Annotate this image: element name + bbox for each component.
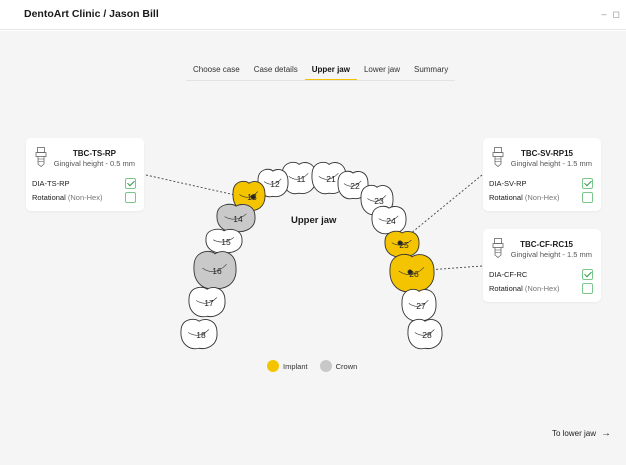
legend-implant: Implant (267, 360, 308, 372)
tooth-number: 12 (270, 179, 280, 189)
tooth-number: 15 (221, 237, 231, 247)
legend-crown: Crown (319, 360, 358, 372)
option-row: Rotational (Non-Hex) (489, 190, 593, 204)
tooth-15[interactable]: 15 (205, 228, 243, 254)
jaw-label: Upper jaw (291, 215, 337, 226)
gingival-height: Gingival height - 1.5 mm (510, 159, 592, 168)
tooth-27[interactable]: 27 (401, 288, 437, 322)
crown-swatch (319, 360, 332, 372)
tooth-26[interactable]: 26 (389, 253, 435, 293)
option-checkbox[interactable] (125, 177, 136, 189)
option-row: DIA-TS-RP (32, 176, 136, 190)
option-label: Rotational (Non-Hex) (32, 192, 103, 202)
option-label: DIA-CF-RC (489, 269, 528, 279)
option-checkbox[interactable] (582, 177, 593, 189)
tooth-14[interactable]: 14 (216, 203, 256, 233)
tooth-number: 11 (297, 174, 306, 184)
tooth-number: 14 (233, 214, 243, 224)
tooth-number: 18 (196, 330, 206, 340)
tooth-number: 27 (416, 301, 426, 311)
option-label: DIA-TS-RP (32, 178, 70, 188)
abutment-icon (35, 147, 47, 167)
tooth-number: 26 (409, 269, 419, 279)
option-row: DIA-SV-RP (489, 176, 593, 190)
implant-swatch (267, 360, 279, 372)
card-tooth-26: TBC-CF-RC15 Gingival height - 1.5 mm DIA… (483, 229, 601, 302)
tooth-18[interactable]: 18 (180, 318, 218, 350)
tooth-17[interactable]: 17 (188, 286, 226, 318)
tooth-number: 24 (386, 216, 396, 226)
tooth-16[interactable]: 16 (193, 250, 237, 290)
option-label: Rotational (Non-Hex) (489, 192, 560, 202)
legend-label: Crown (335, 361, 358, 371)
option-checkbox[interactable] (582, 282, 593, 294)
next-label: To lower jaw (551, 429, 596, 438)
tooth-number: 28 (422, 330, 432, 340)
tooth-number: 13 (247, 192, 257, 202)
abutment-code: TBC-CF-RC15 (520, 240, 573, 249)
card-tooth-25: TBC-SV-RP15 Gingival height - 1.5 mm DIA… (483, 138, 601, 211)
tooth-number: 21 (326, 174, 336, 184)
tooth-25[interactable]: 25 (384, 230, 420, 258)
option-row: Rotational (Non-Hex) (32, 190, 136, 204)
arrow-right-icon: → (601, 428, 611, 439)
legend-label: Implant (283, 361, 308, 371)
option-row: Rotational (Non-Hex) (489, 281, 593, 295)
option-label: Rotational (Non-Hex) (489, 283, 560, 293)
gingival-height: Gingival height - 0.5 mm (53, 159, 135, 168)
abutment-icon (492, 238, 504, 258)
option-checkbox[interactable] (582, 191, 593, 203)
tooth-28[interactable]: 28 (407, 318, 443, 350)
tooth-number: 16 (212, 266, 222, 276)
tooth-number: 17 (204, 298, 214, 308)
abutment-icon (492, 147, 504, 167)
option-row: DIA-CF-RC (489, 267, 593, 281)
card-tooth-13: TBC-TS-RP Gingival height - 0.5 mm DIA-T… (26, 138, 144, 211)
to-lower-jaw-button[interactable]: To lower jaw → (552, 428, 611, 439)
legend: Implant Crown (267, 360, 363, 372)
tooth-number: 23 (374, 196, 384, 206)
tooth-number: 22 (350, 181, 360, 191)
abutment-code: TBC-SV-RP15 (520, 149, 573, 158)
option-checkbox[interactable] (125, 191, 136, 203)
tooth-number: 25 (399, 240, 409, 250)
gingival-height: Gingival height - 1.5 mm (510, 250, 592, 259)
tooth-24[interactable]: 24 (371, 205, 407, 235)
option-checkbox[interactable] (582, 268, 593, 280)
option-label: DIA-SV-RP (489, 178, 527, 188)
abutment-code: TBC-TS-RP (72, 149, 116, 158)
